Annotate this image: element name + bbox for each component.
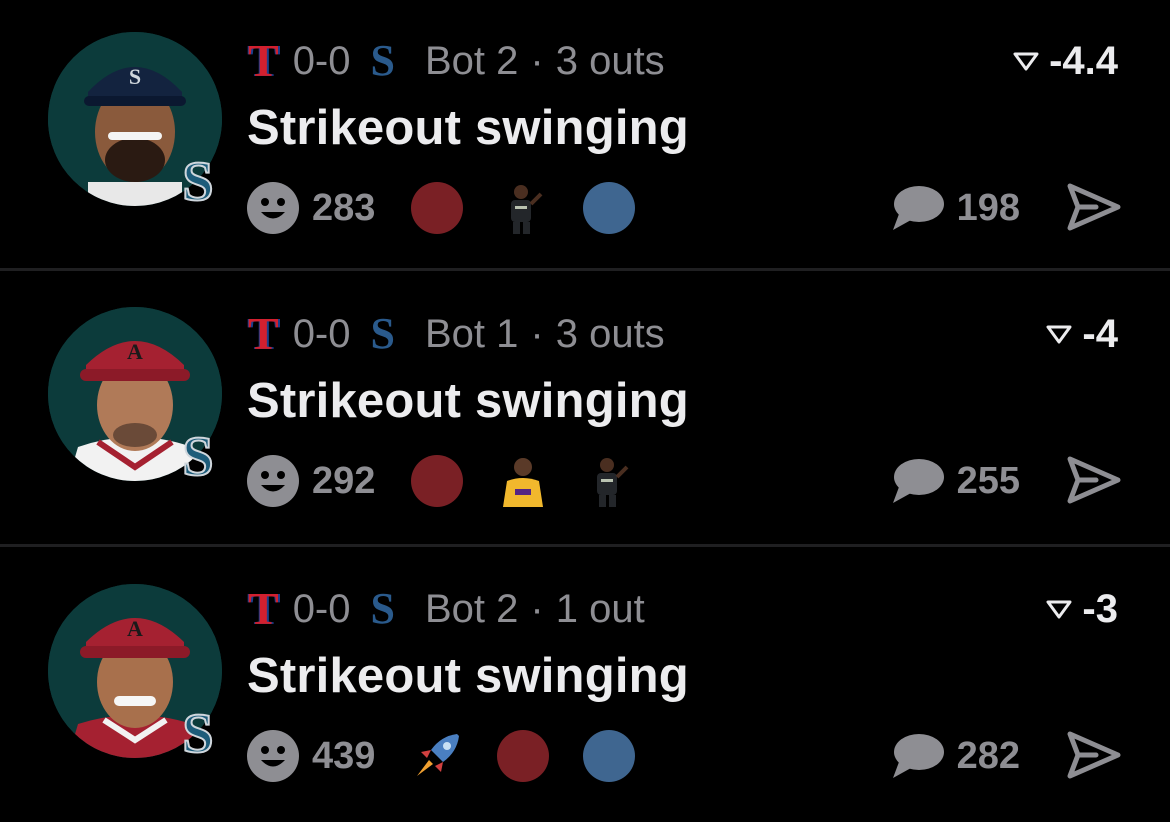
svg-text:S: S: [182, 426, 213, 485]
add-reaction-icon[interactable]: [246, 454, 300, 508]
reaction-red-circle[interactable]: [411, 182, 464, 234]
separator: ·: [530, 311, 544, 356]
share-icon[interactable]: [1066, 182, 1122, 232]
outs: 1 out: [555, 586, 645, 631]
win-probability-delta: -4.4: [1013, 38, 1118, 84]
trend-down-icon: [1046, 325, 1072, 344]
add-reaction-icon[interactable]: [246, 181, 300, 235]
svg-text:S: S: [182, 703, 213, 762]
blue-circle-icon: [583, 182, 636, 234]
red-circle-icon: [411, 182, 464, 234]
delta-value: -4: [1082, 311, 1118, 356]
player-avatar[interactable]: A S: [48, 584, 222, 762]
mariners-logo-icon: S: [370, 584, 395, 633]
play-feed: S S T 0-0 S Bot 2 · 3 outs Strikeout swi…: [0, 0, 1170, 814]
reactions-row: 292: [246, 455, 669, 507]
score: 0-0: [292, 586, 351, 631]
comment-bubble-icon: [892, 186, 944, 230]
play-headline: Strikeout swinging: [247, 374, 689, 428]
comment-count: 198: [956, 186, 1020, 229]
divider: [0, 544, 1170, 547]
svg-text:A: A: [127, 616, 143, 641]
add-reaction-icon[interactable]: [246, 729, 300, 783]
reaction-player[interactable]: [583, 455, 635, 507]
svg-text:S: S: [182, 151, 213, 210]
comments-button[interactable]: 255: [889, 455, 1020, 507]
comment-bubble-icon: [892, 459, 944, 503]
player-emoji-icon: [511, 185, 543, 234]
game-context: T 0-0 S Bot 1 · 3 outs: [248, 311, 665, 357]
divider: [0, 268, 1170, 271]
trend-down-icon: [1046, 600, 1072, 619]
rocket-icon: [417, 734, 460, 776]
blue-circle-icon: [583, 730, 636, 782]
win-probability-delta: -3: [1046, 586, 1118, 632]
mariners-logo-icon: S: [370, 309, 395, 358]
player-emoji-icon: [597, 458, 629, 507]
play-card[interactable]: A S T 0-0 S Bot 2 · 1 out Strikeout swin…: [0, 548, 1170, 822]
svg-text:A: A: [127, 339, 143, 364]
play-headline: Strikeout swinging: [247, 101, 689, 155]
reactions-row: 283: [246, 182, 669, 234]
game-context: T 0-0 S Bot 2 · 3 outs: [248, 38, 665, 84]
reaction-count: 292: [312, 459, 376, 502]
mariners-logo-icon: S: [181, 150, 214, 210]
score: 0-0: [292, 311, 351, 356]
reaction-blue-circle[interactable]: [583, 182, 636, 234]
comment-bubble-icon: [892, 734, 944, 778]
game-context: T 0-0 S Bot 2 · 1 out: [248, 586, 645, 632]
mariners-logo-icon: S: [370, 36, 395, 85]
outs: 3 outs: [555, 38, 665, 83]
player-avatar[interactable]: A S: [48, 307, 222, 485]
mariners-logo-icon: S: [181, 425, 214, 485]
play-headline: Strikeout swinging: [247, 649, 689, 703]
inning: Bot 1: [424, 311, 519, 356]
reaction-blue-circle[interactable]: [583, 730, 636, 782]
player-emoji-lakers-icon: [503, 458, 544, 507]
red-circle-icon: [497, 730, 550, 782]
rangers-logo-icon: T: [248, 583, 279, 634]
comments-button[interactable]: 282: [889, 730, 1020, 782]
red-circle-icon: [411, 455, 464, 507]
inning: Bot 2: [424, 38, 519, 83]
score: 0-0: [292, 38, 351, 83]
reaction-red-circle[interactable]: [411, 455, 464, 507]
reactions-row: 439: [246, 730, 669, 782]
separator: ·: [530, 586, 544, 631]
comment-count: 255: [956, 459, 1020, 502]
svg-text:S: S: [129, 64, 141, 89]
reaction-rocket[interactable]: [411, 730, 463, 782]
share-icon[interactable]: [1066, 730, 1122, 780]
outs: 3 outs: [555, 311, 665, 356]
delta-value: -4.4: [1049, 38, 1118, 83]
reaction-player-lakers[interactable]: [497, 455, 549, 507]
mariners-logo-icon: S: [181, 702, 214, 762]
rangers-logo-icon: T: [248, 35, 279, 86]
rangers-logo-icon: T: [248, 308, 279, 359]
comments-button[interactable]: 198: [889, 182, 1020, 234]
win-probability-delta: -4: [1046, 311, 1118, 357]
reaction-count: 283: [312, 186, 376, 229]
play-card[interactable]: S S T 0-0 S Bot 2 · 3 outs Strikeout swi…: [0, 0, 1170, 274]
play-card[interactable]: A S T 0-0 S Bot 1 · 3 outs Strikeout swi…: [0, 273, 1170, 547]
share-icon[interactable]: [1066, 455, 1122, 505]
reaction-red-circle[interactable]: [497, 730, 550, 782]
reaction-count: 439: [312, 734, 376, 777]
delta-value: -3: [1082, 586, 1118, 631]
inning: Bot 2: [424, 586, 519, 631]
trend-down-icon: [1013, 52, 1039, 71]
reaction-player[interactable]: [497, 182, 549, 234]
comment-count: 282: [956, 734, 1020, 777]
separator: ·: [530, 38, 544, 83]
player-avatar[interactable]: S S: [48, 32, 222, 210]
